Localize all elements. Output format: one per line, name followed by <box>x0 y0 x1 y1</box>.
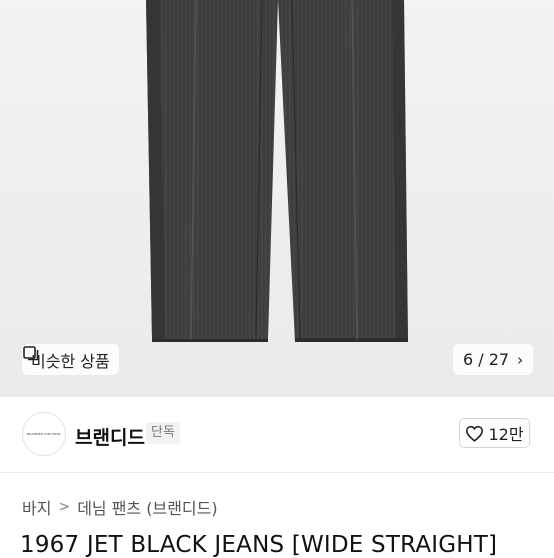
like-button[interactable]: 12만 <box>459 418 530 448</box>
chevron-right-icon: › <box>517 350 524 369</box>
exclusive-badge: 단독 <box>146 422 180 444</box>
store-logo[interactable]: BRANDED INDUSTRY <box>22 412 66 456</box>
heart-icon <box>466 425 484 442</box>
similar-products-button[interactable]: 비슷한 상품 <box>22 344 119 375</box>
like-count: 12만 <box>488 425 524 444</box>
pager-text: 6 / 27 <box>463 350 510 369</box>
similar-products-label: 비슷한 상품 <box>31 351 110 371</box>
product-image-carousel[interactable]: 비슷한 상품 6 / 27 › <box>0 0 554 397</box>
seller-section: BRANDED INDUSTRY 브랜디드 단독 12만 <box>0 397 554 473</box>
breadcrumb-separator: > <box>58 499 71 515</box>
store-logo-text: BRANDED INDUSTRY <box>26 432 62 436</box>
breadcrumb-item[interactable]: 데님 팬츠 (브랜디드) <box>77 495 217 519</box>
breadcrumb-item[interactable]: 바지 <box>22 495 51 519</box>
similar-products-icon <box>23 346 39 361</box>
image-pager[interactable]: 6 / 27 › <box>453 344 534 375</box>
jeans-image <box>146 0 408 342</box>
breadcrumb: 바지 > 데님 팬츠 (브랜디드) <box>22 495 218 519</box>
product-title: 1967 JET BLACK JEANS [WIDE STRAIGHT] <box>20 532 498 558</box>
store-name[interactable]: 브랜디드 <box>75 423 145 450</box>
